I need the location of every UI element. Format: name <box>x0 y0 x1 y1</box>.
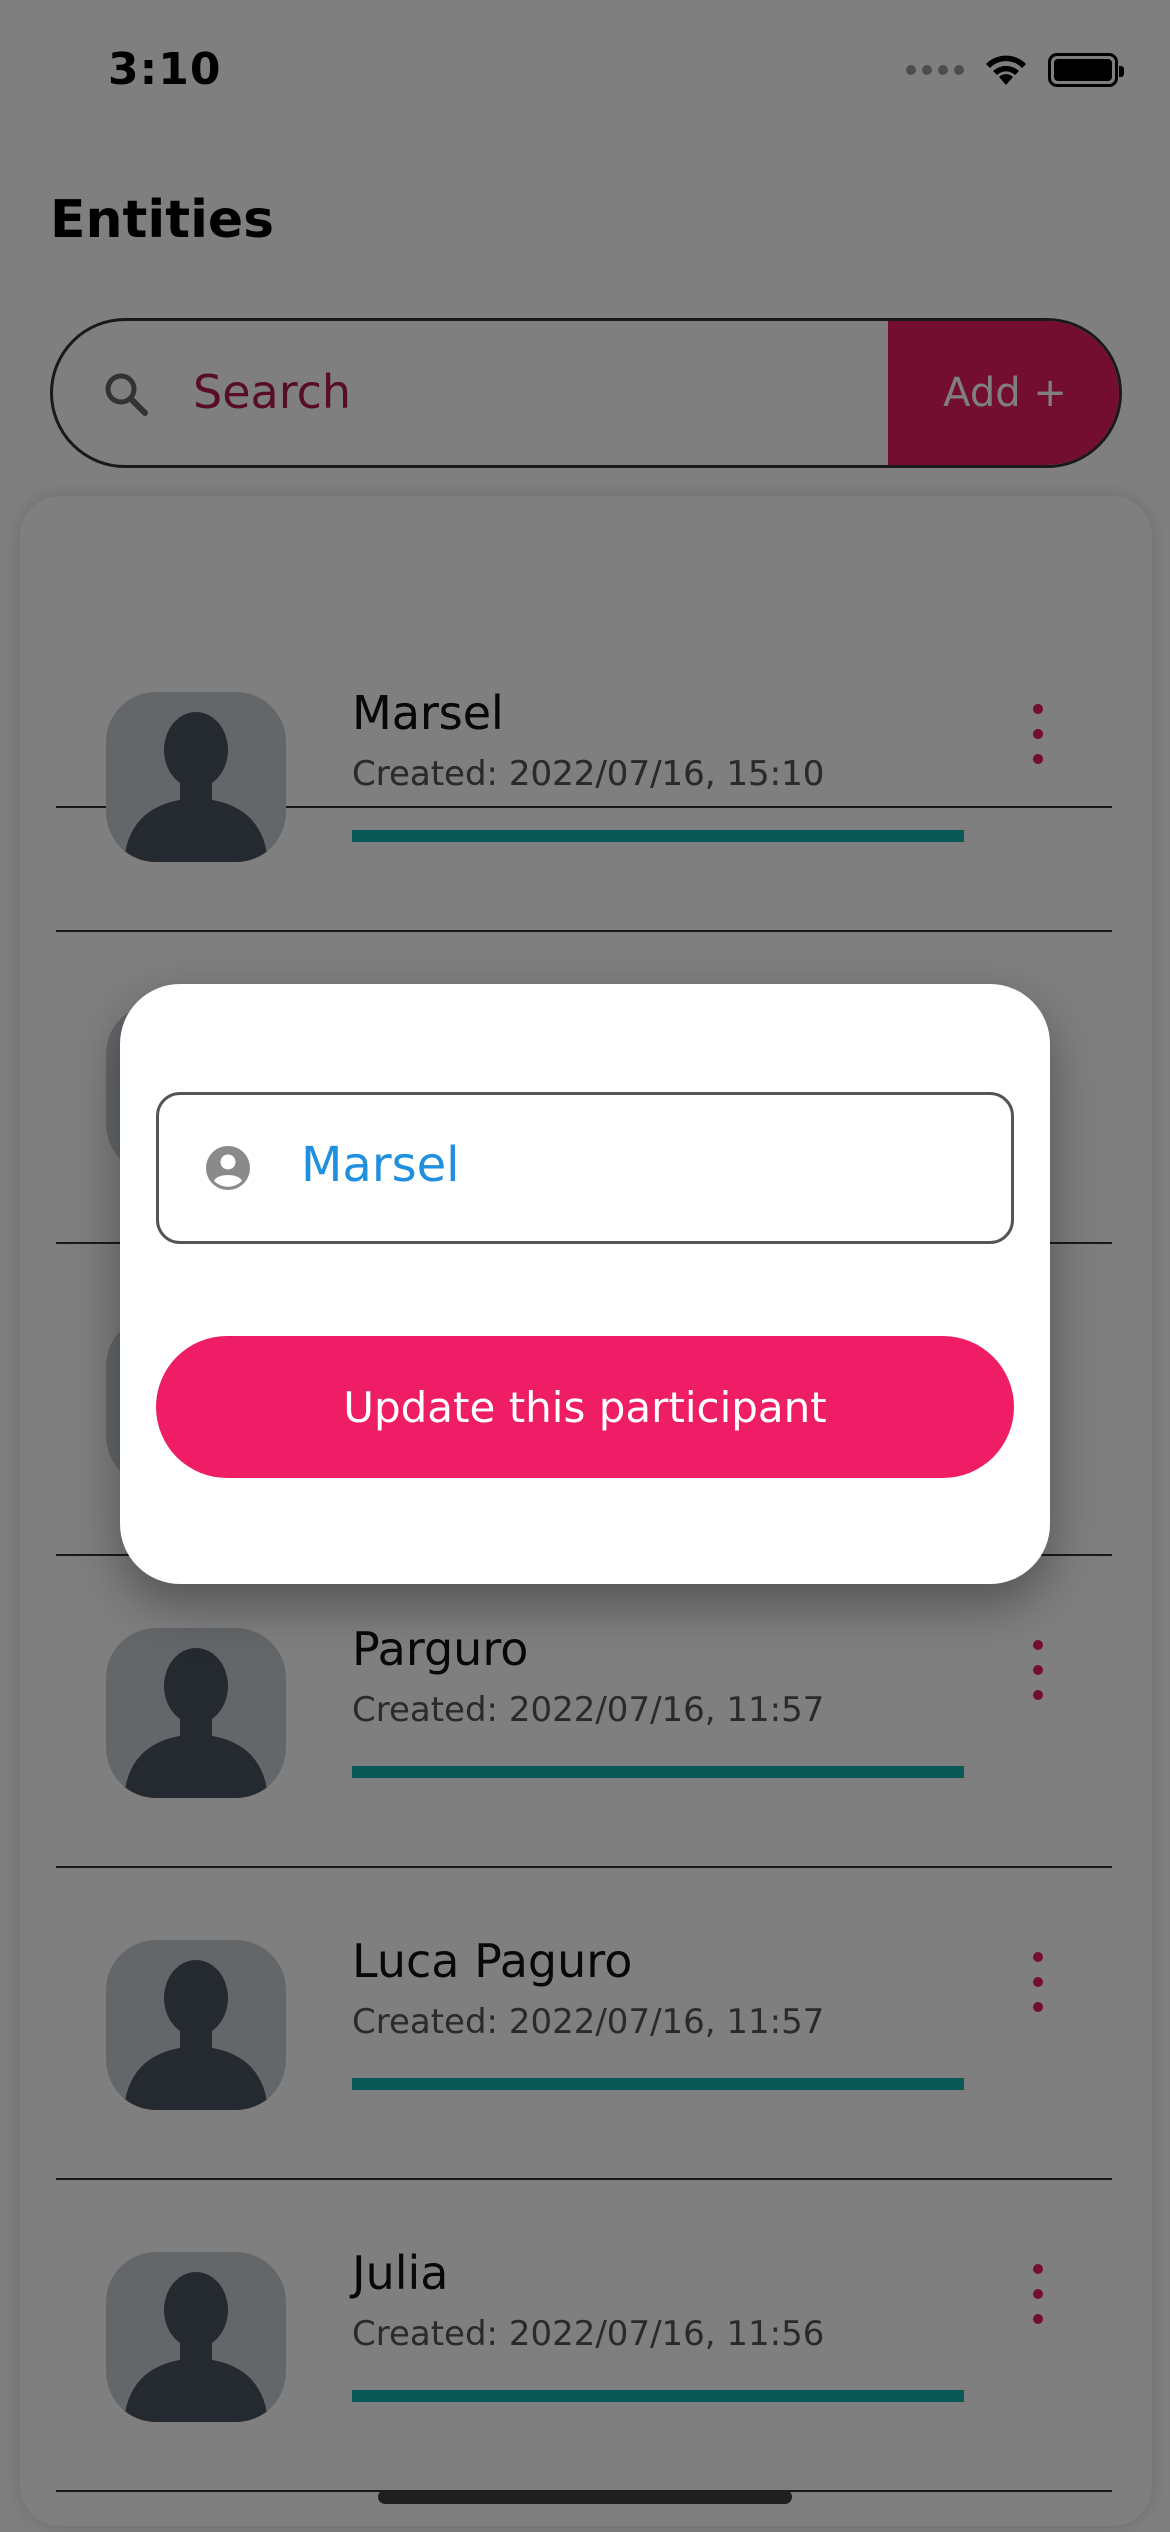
participant-name-field[interactable]: Marsel <box>156 1092 1014 1244</box>
user-circle-icon <box>206 1146 250 1190</box>
home-indicator[interactable] <box>378 2490 792 2504</box>
participant-name-input[interactable]: Marsel <box>301 1137 459 1193</box>
update-participant-button[interactable]: Update this participant <box>156 1336 1014 1478</box>
edit-participant-dialog: Marsel Update this participant <box>120 984 1050 1584</box>
screen: 3:10 Entities Search Add + <box>0 0 1170 2532</box>
